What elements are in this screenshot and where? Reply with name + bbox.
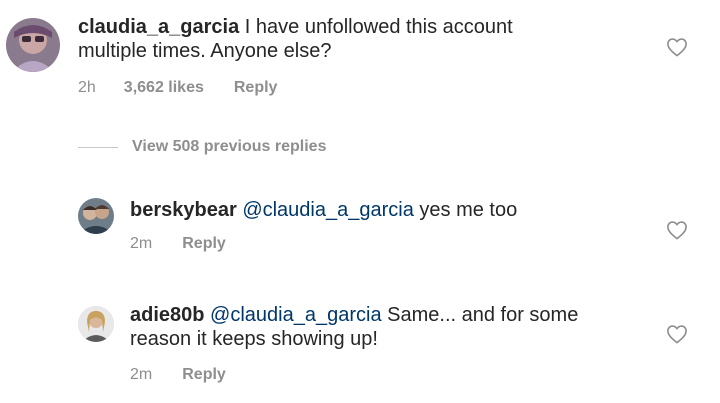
reply-body: berskybear @claudia_a_garcia yes me too xyxy=(130,198,650,222)
reply-time[interactable]: 2m xyxy=(130,366,152,384)
divider-line xyxy=(78,146,118,148)
reply-username[interactable]: berskybear xyxy=(130,199,237,221)
comment-likes[interactable]: 3,662 likes xyxy=(124,79,204,97)
reply-meta: 2m Reply xyxy=(130,366,226,384)
mention-link[interactable]: @claudia_a_garcia xyxy=(210,304,382,326)
reply-meta: 2m Reply xyxy=(130,235,226,253)
avatar[interactable] xyxy=(6,18,60,72)
avatar[interactable] xyxy=(78,306,114,342)
reply-username[interactable]: adie80b xyxy=(130,304,204,326)
reply-text: yes me too xyxy=(413,199,518,221)
mention-link[interactable]: @claudia_a_garcia xyxy=(242,199,414,221)
reply-time[interactable]: 2m xyxy=(130,235,152,253)
heart-outline-icon[interactable] xyxy=(666,37,688,57)
avatar[interactable] xyxy=(78,198,114,234)
comment-body: claudia_a_garcia I have unfollowed this … xyxy=(78,15,578,63)
comment-meta: 2h 3,662 likes Reply xyxy=(78,79,277,97)
heart-outline-icon[interactable] xyxy=(666,220,688,240)
view-replies-label: View 508 previous replies xyxy=(132,138,327,155)
reply-button[interactable]: Reply xyxy=(182,235,226,253)
reply-body: adie80b @claudia_a_garcia Same... and fo… xyxy=(130,303,630,351)
reply-button[interactable]: Reply xyxy=(182,366,226,384)
comment-time[interactable]: 2h xyxy=(78,79,96,97)
view-previous-replies-button[interactable]: View 508 previous replies xyxy=(78,137,326,157)
reply-button[interactable]: Reply xyxy=(234,79,278,97)
heart-outline-icon[interactable] xyxy=(666,324,688,344)
comment-username[interactable]: claudia_a_garcia xyxy=(78,16,239,38)
